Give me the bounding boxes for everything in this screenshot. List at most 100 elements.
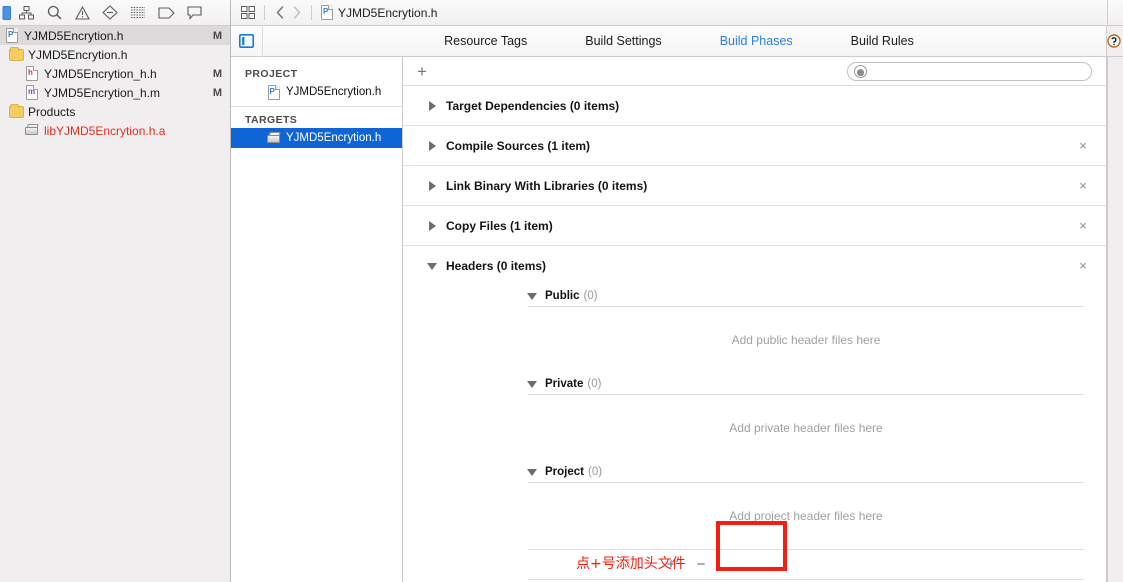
list-item-label: YJMD5Encrytion_h.m	[44, 85, 161, 100]
status-badge: M	[212, 67, 222, 80]
list-item[interactable]: YJMD5Encrytion.h	[0, 45, 230, 64]
tab-build-rules[interactable]: Build Rules	[822, 34, 943, 48]
chevron-left-icon[interactable]	[271, 3, 288, 23]
target-editor-tabbar: Resource Tags Build Settings Build Phase…	[231, 25, 1123, 57]
phase-header[interactable]: Link Binary With Libraries (0 items) ×	[403, 166, 1106, 205]
headers-private-subsection: Private (0) Add private header files her…	[403, 373, 1106, 461]
search-navigator-icon[interactable]	[40, 1, 68, 25]
search-icon	[854, 64, 867, 78]
tab-build-phases[interactable]: Build Phases	[691, 34, 822, 48]
project-item[interactable]: P YJMD5Encrytion.h	[231, 82, 402, 102]
remove-header-button[interactable]: −	[686, 557, 716, 572]
target-item[interactable]: YJMD5Encrytion.h	[231, 128, 402, 148]
project-navigator: P YJMD5Encrytion.h M YJMD5Encrytion.h h …	[0, 0, 231, 582]
help-circle-icon[interactable]	[1106, 26, 1123, 56]
list-item-label: libYJMD5Encrytion.h.a	[44, 123, 166, 138]
chevron-down-icon[interactable]	[527, 467, 538, 477]
subsection-header[interactable]: Private (0)	[527, 373, 1084, 395]
project-headers-dropzone[interactable]: Add project header files here	[528, 483, 1084, 549]
debug-navigator-icon[interactable]	[124, 1, 152, 25]
status-badge: M	[212, 86, 222, 99]
phase-header[interactable]: Target Dependencies (0 items)	[403, 86, 1106, 125]
project-target-list: PROJECT P YJMD5Encrytion.h TARGETS YJMD5…	[231, 57, 403, 582]
dropzone-label: Add public header files here	[731, 333, 881, 347]
chevron-right-icon[interactable]	[428, 140, 438, 151]
headers-footer-controls: + −	[528, 549, 1084, 580]
status-badge: M	[212, 29, 222, 42]
tab-build-settings[interactable]: Build Settings	[556, 34, 690, 48]
test-navigator-icon[interactable]	[96, 1, 124, 25]
tab-resource-tags[interactable]: Resource Tags	[415, 34, 556, 48]
divider	[264, 5, 265, 20]
navigator-file-list: P YJMD5Encrytion.h M YJMD5Encrytion.h h …	[0, 26, 230, 582]
subsection-header[interactable]: Public (0)	[527, 285, 1084, 307]
build-phases-list[interactable]: Target Dependencies (0 items) Compile So…	[403, 86, 1106, 582]
remove-phase-button[interactable]: ×	[1076, 258, 1090, 273]
phase-title: Headers (0 items)	[446, 258, 547, 273]
remove-phase-button[interactable]: ×	[1076, 218, 1090, 233]
folder-icon	[8, 46, 24, 62]
project-item-label: YJMD5Encrytion.h	[286, 86, 382, 98]
build-phases-toolbar: +	[403, 57, 1106, 86]
dropzone-label: Add private header files here	[729, 421, 883, 435]
library-icon	[24, 123, 40, 138]
list-item[interactable]: P YJMD5Encrytion.h M	[0, 26, 230, 45]
phase-header[interactable]: Copy Files (1 item) ×	[403, 206, 1106, 245]
report-navigator-icon[interactable]	[180, 1, 208, 25]
remove-phase-button[interactable]: ×	[1076, 178, 1090, 193]
divider	[311, 5, 312, 20]
chevron-right-icon[interactable]	[428, 220, 438, 231]
breadcrumb[interactable]: P YJMD5Encrytion.h	[321, 5, 437, 20]
chevron-right-icon[interactable]	[288, 3, 305, 23]
source-control-navigator-icon[interactable]	[12, 1, 40, 25]
breakpoint-navigator-icon[interactable]	[152, 1, 180, 25]
subsection-title: Public	[545, 289, 580, 302]
private-headers-dropzone[interactable]: Add private header files here	[528, 395, 1084, 461]
project-file-icon: P	[321, 5, 333, 20]
phase-header[interactable]: Compile Sources (1 item) ×	[403, 126, 1106, 165]
add-header-button[interactable]: +	[656, 557, 686, 572]
headers-project-subsection: Project (0) Add project header files her…	[403, 461, 1106, 549]
phase-title: Compile Sources (1 item)	[446, 138, 591, 153]
chevron-right-icon[interactable]	[428, 100, 438, 111]
panel-toggle-icon[interactable]	[231, 25, 263, 57]
add-build-phase-button[interactable]: +	[411, 63, 433, 80]
phase-title: Target Dependencies (0 items)	[446, 98, 620, 113]
public-headers-dropzone[interactable]: Add public header files here	[528, 307, 1084, 373]
list-item[interactable]: h YJMD5Encrytion_h.h M	[0, 64, 230, 83]
objc-file-icon: m	[24, 85, 40, 100]
list-item-label: YJMD5Encrytion_h.h	[44, 66, 157, 81]
folder-icon	[8, 103, 24, 119]
list-item-label: YJMD5Encrytion.h	[28, 47, 128, 62]
search-input[interactable]	[872, 65, 1085, 77]
project-navigator-icon[interactable]	[0, 1, 12, 25]
list-item[interactable]: Products	[0, 102, 230, 121]
list-item[interactable]: m YJMD5Encrytion_h.m M	[0, 83, 230, 102]
remove-phase-button[interactable]: ×	[1076, 138, 1090, 153]
subsection-title: Project	[545, 465, 584, 478]
phase-header[interactable]: Headers (0 items) ×	[403, 246, 1106, 285]
subsection-header[interactable]: Project (0)	[527, 461, 1084, 483]
breadcrumb-file-label: YJMD5Encrytion.h	[338, 5, 438, 20]
chevron-right-icon[interactable]	[428, 180, 438, 191]
project-file-icon: P	[265, 84, 282, 100]
target-item-label: YJMD5Encrytion.h	[286, 132, 382, 144]
editor-split: PROJECT P YJMD5Encrytion.h TARGETS YJMD5…	[231, 57, 1123, 582]
jump-bar: P YJMD5Encrytion.h	[231, 0, 1123, 26]
chevron-down-icon[interactable]	[427, 261, 438, 271]
chevron-down-icon[interactable]	[527, 379, 538, 389]
filter-search-field[interactable]	[847, 61, 1092, 81]
list-item-label: YJMD5Encrytion.h	[24, 28, 124, 43]
chevron-down-icon[interactable]	[527, 291, 538, 301]
list-item-label: Products	[28, 104, 76, 119]
subsection-title: Private	[545, 377, 584, 390]
subsection-count: (0)	[587, 377, 602, 390]
phase-copy-files: Copy Files (1 item) ×	[403, 206, 1106, 246]
header-file-icon: h	[24, 66, 40, 81]
subsection-count: (0)	[583, 289, 598, 302]
related-items-icon[interactable]	[238, 6, 258, 19]
navigator-toolbar	[0, 0, 230, 26]
xcode-window: P YJMD5Encrytion.h M YJMD5Encrytion.h h …	[0, 0, 1123, 582]
issue-navigator-icon[interactable]	[68, 1, 96, 25]
list-item[interactable]: libYJMD5Encrytion.h.a	[0, 121, 230, 140]
